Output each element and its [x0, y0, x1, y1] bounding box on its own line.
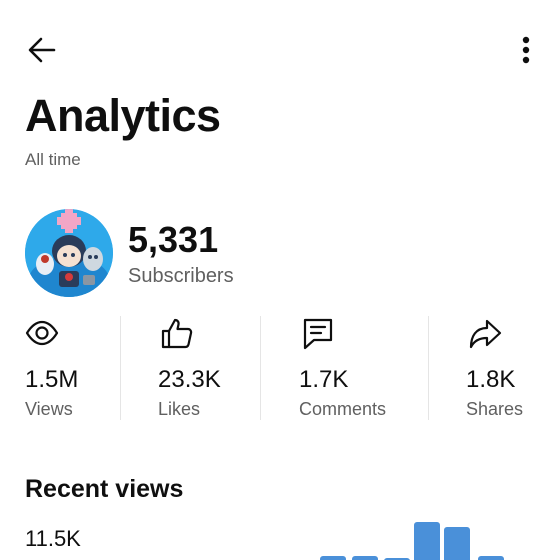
page-title: Analytics	[25, 90, 221, 141]
stat-divider	[428, 316, 429, 420]
chart-bar	[320, 556, 346, 560]
stat-divider	[260, 316, 261, 420]
stat-likes[interactable]: 23.3K Likes	[158, 312, 258, 422]
stat-comments[interactable]: 1.7K Comments	[299, 312, 419, 422]
stat-label: Likes	[158, 399, 201, 419]
share-icon	[469, 319, 502, 349]
chart-bar	[478, 556, 504, 560]
top-app-bar	[0, 0, 560, 96]
more-options-button[interactable]	[506, 30, 546, 70]
chart-bar	[414, 522, 440, 560]
stat-shares[interactable]: 1.8K Shares	[466, 312, 556, 422]
avatar-illustration	[25, 209, 113, 297]
stat-value: 1.8K	[466, 366, 516, 393]
back-button[interactable]	[22, 30, 62, 70]
stat-label: Views	[25, 399, 73, 419]
comment-icon	[303, 318, 333, 350]
subscriber-label: Subscribers	[128, 265, 234, 287]
stat-value: 1.5M	[25, 366, 79, 393]
recent-views-title: Recent views	[25, 475, 184, 503]
stat-value: 1.7K	[299, 366, 349, 393]
stats-row: 1.5M Views 23.3K Likes 1.7K Comments 1.8…	[0, 312, 560, 422]
arrow-left-icon	[28, 37, 56, 63]
recent-views-value: 11.5K	[25, 526, 81, 551]
chart-bar	[352, 556, 378, 560]
stat-divider	[120, 316, 121, 420]
channel-avatar[interactable]	[25, 209, 113, 297]
thumbs-up-icon	[161, 318, 193, 349]
stat-value: 23.3K	[158, 366, 221, 393]
subscriber-count: 5,331	[128, 219, 219, 260]
time-range-label: All time	[25, 150, 81, 169]
stat-views[interactable]: 1.5M Views	[25, 312, 120, 422]
recent-views-chart[interactable]	[300, 500, 560, 560]
channel-summary: 5,331 Subscribers	[25, 208, 545, 298]
more-vertical-icon	[522, 36, 530, 64]
analytics-screen: Analytics All time 5,331 Subscribers 1.5…	[0, 0, 560, 560]
chart-bar	[444, 527, 470, 560]
stat-label: Comments	[299, 399, 387, 419]
stat-label: Shares	[466, 399, 524, 419]
eye-icon	[25, 320, 59, 346]
